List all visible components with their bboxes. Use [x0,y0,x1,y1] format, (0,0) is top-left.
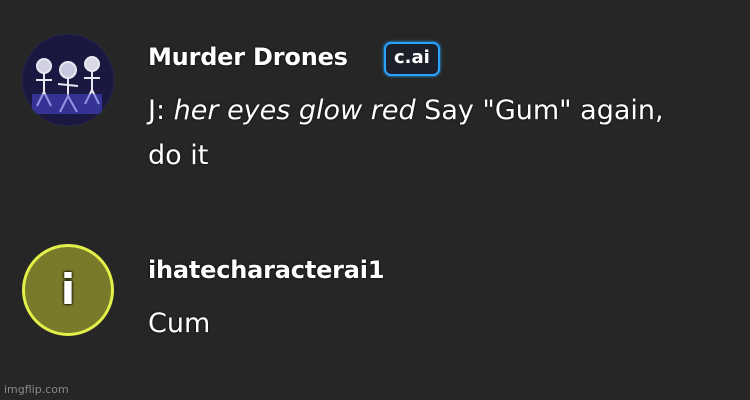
bot-avatar[interactable] [22,34,114,126]
message-user: i ihatecharacterai1 Cum [0,241,750,371]
character-ai-badge: c.ai [384,42,440,76]
speaker-prefix: J: [148,95,174,126]
murder-drones-avatar-art [22,34,114,126]
user-avatar-letter: i [60,264,76,314]
dialogue-text: Say "Gum" again, [415,95,664,126]
message-bot: Murder Drones c.ai J: her eyes glow red … [0,26,750,226]
dialogue-text-line2: do it [148,140,209,171]
action-text: her eyes glow red [173,95,416,126]
bot-message-text: J: her eyes glow red Say "Gum" again, do… [148,88,728,178]
user-avatar[interactable]: i [22,244,114,336]
user-message-text: Cum [148,308,211,339]
bot-author-name[interactable]: Murder Drones [148,43,348,71]
imgflip-watermark: imgflip.com [4,383,69,396]
user-author-name[interactable]: ihatecharacterai1 [148,256,385,284]
